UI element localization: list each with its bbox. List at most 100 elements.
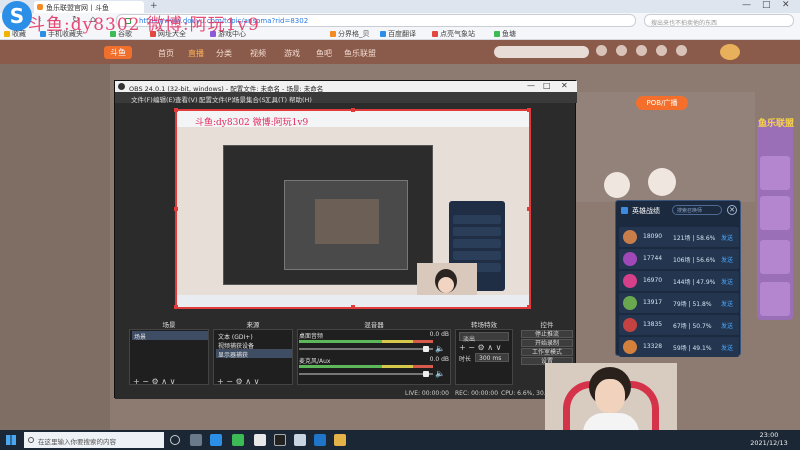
menu-tools[interactable]: 工具(T) [265,94,287,104]
app-icon[interactable] [254,434,266,446]
sources-toolbar[interactable]: + − ⚙ ∧ ∨ [217,377,259,386]
promo-card[interactable] [760,156,790,190]
obs-preview[interactable]: 斗鱼:dy8302 微博:阿玩1v9 [174,108,531,309]
rank-search-input[interactable]: 搜索召唤师 [672,205,722,215]
rank-score: 13328 [643,343,663,350]
bookmark-item[interactable]: 分界格_贝 [330,29,370,39]
bookmark-item[interactable]: 收藏 [4,29,26,39]
bookmark-item[interactable]: 点亮气象站 [432,29,475,39]
upload-icon[interactable] [676,45,687,56]
douyu-nav-video[interactable]: 视频 [250,48,266,59]
anchor-avatar[interactable] [648,168,676,196]
source-item[interactable]: 显示器捕获 [216,349,292,359]
send-link[interactable]: 发送 [721,343,733,352]
douyu-search-input[interactable] [494,46,589,58]
taskbar-search-input[interactable]: 在这里输入你要搜索的内容 [24,432,164,448]
task-view-icon[interactable] [170,435,180,445]
scene-item[interactable]: 场景 [132,331,208,341]
follow-icon[interactable] [616,45,627,56]
wechat-app-icon[interactable] [232,434,244,446]
hero-rank-panel: 英雄战绩 搜索召唤师 ✕ 18090 121场 | 58.6% 发送 17744 106… [615,200,741,357]
obs-close-button[interactable]: ✕ [561,81,568,90]
volume-meter [299,365,433,368]
history-icon[interactable] [596,45,607,56]
source-item[interactable]: 视频捕获设备 [216,340,292,350]
douyu-nav-live[interactable]: 直播 [188,48,204,59]
rank-row[interactable]: 16970 144场 | 47.9% 发送 [619,271,739,291]
volume-slider[interactable] [299,373,433,375]
transition-toolbar[interactable]: + − ⚙ ∧ ∨ [459,343,501,352]
resize-handle[interactable] [351,305,355,309]
close-button[interactable]: ✕ [782,0,790,10]
resize-handle[interactable] [174,108,178,112]
promo-card[interactable] [760,282,790,316]
send-link[interactable]: 发送 [721,255,733,264]
volume-slider-handle[interactable] [423,371,429,377]
resize-handle[interactable] [527,305,531,309]
send-link[interactable]: 发送 [721,233,733,242]
user-avatar[interactable] [720,44,740,60]
source-item[interactable]: 文本 (GDI+) [216,331,292,341]
app-icon[interactable] [314,434,326,446]
obs-minimize-button[interactable]: — [527,81,535,90]
send-link[interactable]: 发送 [721,277,733,286]
douyu-nav-home[interactable]: 首页 [158,48,174,59]
rank-row[interactable]: 13917 79场 | 51.8% 发送 [619,293,739,313]
app-icon[interactable] [294,434,306,446]
obs-app-icon[interactable] [274,434,286,446]
duration-input[interactable]: 300 ms [475,353,509,362]
rank-close-icon[interactable]: ✕ [727,205,737,215]
maximize-button[interactable]: □ [762,0,771,10]
windows-start-icon[interactable] [6,435,16,445]
menu-scene-collection[interactable]: 场景集合(S) [233,94,268,104]
rank-row[interactable]: 13835 67场 | 50.7% 发送 [619,315,739,335]
speaker-icon[interactable]: 🔈 [435,369,445,378]
rank-row[interactable]: 18090 121场 | 58.6% 发送 [619,227,739,247]
studio-mode-button[interactable]: 工作室模式 [521,348,573,356]
volume-slider-handle[interactable] [423,346,429,352]
promo-card[interactable] [760,240,790,274]
resize-handle[interactable] [174,305,178,309]
bookmark-item[interactable]: 百度翻译 [380,29,416,39]
stop-streaming-button[interactable]: 停止推流 [521,330,573,338]
pay-button[interactable]: POB/广播 [636,96,688,110]
obs-maximize-button[interactable]: □ [543,81,551,90]
anchor-avatar[interactable] [604,172,630,198]
douyu-nav-game[interactable]: 游戏 [284,48,300,59]
volume-slider[interactable] [299,348,433,350]
start-recording-button[interactable]: 开始录制 [521,339,573,347]
download-icon[interactable] [656,45,667,56]
rank-row[interactable]: 13328 59场 | 49.1% 发送 [619,337,739,357]
resize-handle[interactable] [527,207,531,211]
menu-view[interactable]: 查看(V) [175,94,198,104]
rank-stat: 59场 | 49.1% [673,345,712,352]
scenes-toolbar[interactable]: + − ⚙ ∧ ∨ [133,377,175,386]
douyu-logo[interactable]: 斗鱼 [104,46,132,59]
minimize-button[interactable]: — [742,0,751,10]
transition-select[interactable]: 淡出 [459,332,509,343]
send-link[interactable]: 发送 [721,299,733,308]
message-icon[interactable] [636,45,647,56]
browser-search-input[interactable]: 搜出来也不拍卖他的东西 [644,14,794,27]
resize-handle[interactable] [174,207,178,211]
menu-profile[interactable]: 配置文件(P) [199,94,234,104]
douyu-nav-league[interactable]: 鱼乐联盟 [344,48,376,59]
menu-file[interactable]: 文件(F) [131,94,153,104]
resize-handle[interactable] [527,108,531,112]
taskbar-clock[interactable]: 23:00 2021/12/13 [745,431,793,447]
send-link[interactable]: 发送 [721,321,733,330]
speaker-icon[interactable]: 🔈 [435,344,445,353]
douyu-nav-yuba[interactable]: 鱼吧 [316,48,332,59]
menu-help[interactable]: 帮助(H) [289,94,312,104]
menu-edit[interactable]: 编辑(E) [153,94,175,104]
rank-row[interactable]: 17744 106场 | 56.6% 发送 [619,249,739,269]
douyu-nav-category[interactable]: 分类 [216,48,232,59]
streamer-face [595,379,625,413]
preview-nested-content [315,199,379,244]
app-icon[interactable] [334,434,346,446]
bookmark-item[interactable]: 鱼塘 [494,29,516,39]
promo-card[interactable] [760,196,790,230]
app-icon[interactable] [190,434,202,446]
browser-app-icon[interactable] [210,434,222,446]
resize-handle[interactable] [351,108,355,112]
